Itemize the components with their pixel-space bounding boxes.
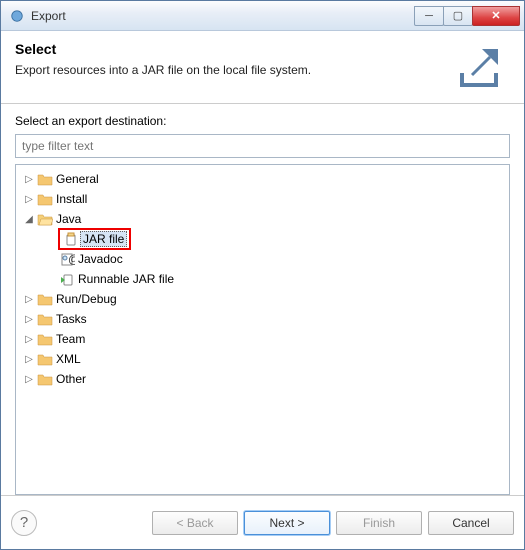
expand-icon[interactable]: ▷ [22, 294, 36, 305]
folder-icon [36, 371, 54, 387]
tree-label: JAR file [80, 231, 127, 247]
jar-icon [62, 231, 80, 247]
back-button[interactable]: < Back [152, 511, 238, 535]
tree-item-other[interactable]: ▷ Other [18, 369, 507, 389]
tree-label: Java [54, 212, 81, 226]
tree-label: XML [54, 352, 81, 366]
tree-label: Javadoc [76, 252, 123, 266]
collapse-icon[interactable]: ◢ [22, 214, 36, 225]
tree-item-tasks[interactable]: ▷ Tasks [18, 309, 507, 329]
maximize-button[interactable]: ▢ [443, 6, 473, 26]
titlebar[interactable]: Export ─ ▢ ✕ [1, 1, 524, 31]
folder-icon [36, 291, 54, 307]
destination-label: Select an export destination: [15, 114, 510, 128]
folder-icon [36, 171, 54, 187]
tree-item-java[interactable]: ◢ Java [18, 209, 507, 229]
tree-label: Tasks [54, 312, 87, 326]
help-button[interactable]: ? [11, 510, 37, 536]
expand-icon[interactable]: ▷ [22, 354, 36, 365]
folder-icon [36, 351, 54, 367]
tree-item-run-debug[interactable]: ▷ Run/Debug [18, 289, 507, 309]
expand-icon[interactable]: ▷ [22, 314, 36, 325]
folder-icon [36, 331, 54, 347]
tree-item-team[interactable]: ▷ Team [18, 329, 507, 349]
expand-icon[interactable]: ▷ [22, 334, 36, 345]
tree-item-runnable-jar[interactable]: Runnable JAR file [18, 269, 507, 289]
export-dialog: Export ─ ▢ ✕ Select Export resources int… [0, 0, 525, 550]
tree-item-javadoc[interactable]: @ Javadoc [18, 249, 507, 269]
dialog-header: Select Export resources into a JAR file … [1, 31, 524, 104]
javadoc-icon: @ [58, 251, 76, 267]
selection-highlight: JAR file [58, 228, 131, 250]
tree-container[interactable]: ▷ General ▷ Install ◢ Java [15, 164, 510, 495]
tree-label: Team [54, 332, 85, 346]
tree-item-xml[interactable]: ▷ XML [18, 349, 507, 369]
tree-label: Install [54, 192, 87, 206]
folder-open-icon [36, 211, 54, 227]
tree-label: Other [54, 372, 86, 386]
close-button[interactable]: ✕ [472, 6, 520, 26]
window-controls: ─ ▢ ✕ [415, 6, 520, 26]
dialog-footer: ? < Back Next > Finish Cancel [1, 495, 524, 549]
export-tree: ▷ General ▷ Install ◢ Java [18, 169, 507, 389]
runnable-jar-icon [58, 271, 76, 287]
export-app-icon [9, 8, 25, 24]
filter-input[interactable] [15, 134, 510, 158]
titlebar-title: Export [31, 9, 415, 23]
svg-text:@: @ [68, 252, 75, 266]
page-description: Export resources into a JAR file on the … [15, 63, 446, 77]
tree-item-general[interactable]: ▷ General [18, 169, 507, 189]
tree-label: Runnable JAR file [76, 272, 174, 286]
tree-item-jar-file[interactable]: JAR file [18, 229, 507, 249]
tree-label: Run/Debug [54, 292, 117, 306]
finish-button[interactable]: Finish [336, 511, 422, 535]
folder-icon [36, 191, 54, 207]
expand-icon[interactable]: ▷ [22, 194, 36, 205]
minimize-button[interactable]: ─ [414, 6, 444, 26]
expand-icon[interactable]: ▷ [22, 374, 36, 385]
folder-icon [36, 311, 54, 327]
dialog-body: Select an export destination: ▷ General … [1, 104, 524, 495]
page-title: Select [15, 41, 446, 57]
cancel-button[interactable]: Cancel [428, 511, 514, 535]
expand-icon[interactable]: ▷ [22, 174, 36, 185]
tree-label: General [54, 172, 99, 186]
next-button[interactable]: Next > [244, 511, 330, 535]
tree-item-install[interactable]: ▷ Install [18, 189, 507, 209]
export-icon [454, 41, 510, 89]
